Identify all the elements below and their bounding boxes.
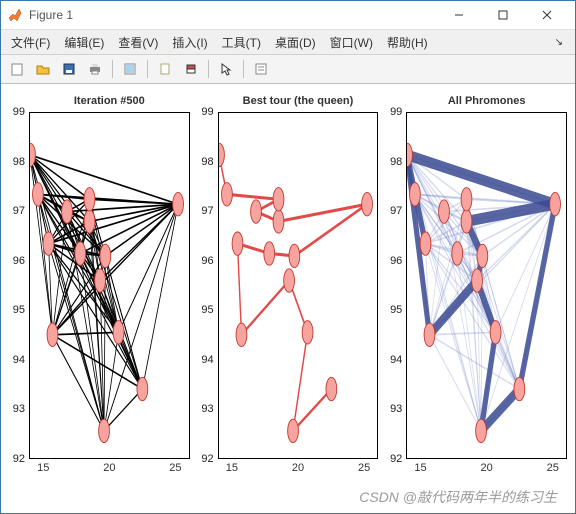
- y-tick-label: 99: [13, 106, 25, 118]
- axes-title: All Phromones: [407, 95, 566, 107]
- y-tick-label: 92: [201, 453, 213, 465]
- y-tick-label: 97: [13, 205, 25, 217]
- menu-insert[interactable]: 插入(I): [168, 32, 211, 53]
- y-tick-label: 97: [390, 205, 402, 217]
- window-title: Figure 1: [29, 8, 437, 22]
- y-tick-label: 94: [13, 354, 25, 366]
- subplot-3: 9293949596979899All Phromones152025: [378, 94, 567, 477]
- y-tick-label: 95: [201, 304, 213, 316]
- y-tick-label: 97: [201, 205, 213, 217]
- menu-tools[interactable]: 工具(T): [218, 32, 265, 53]
- pointer-button[interactable]: [214, 57, 238, 81]
- y-tick-label: 93: [201, 403, 213, 415]
- x-tick-label: 25: [358, 462, 370, 474]
- maximize-button[interactable]: [481, 1, 525, 29]
- y-tick-label: 93: [13, 403, 25, 415]
- y-tick-label: 93: [390, 403, 402, 415]
- save-button[interactable]: [57, 57, 81, 81]
- x-tick-label: 20: [292, 462, 304, 474]
- x-tick-label: 15: [37, 462, 49, 474]
- toolbar-separator: [147, 60, 148, 78]
- menu-window[interactable]: 窗口(W): [326, 32, 377, 53]
- properties-button[interactable]: [249, 57, 273, 81]
- y-tick-label: 95: [390, 304, 402, 316]
- y-tick-label: 94: [390, 354, 402, 366]
- x-tick-label: 25: [547, 462, 559, 474]
- toolbar-separator: [208, 60, 209, 78]
- y-tick-label: 95: [13, 304, 25, 316]
- colorbar-button[interactable]: [179, 57, 203, 81]
- y-tick-label: 99: [201, 106, 213, 118]
- y-tick-label: 94: [201, 354, 213, 366]
- title-bar: Figure 1: [1, 1, 575, 30]
- axes[interactable]: All Phromones152025: [406, 112, 567, 459]
- axes[interactable]: Best tour (the queen)152025: [218, 112, 379, 459]
- figure-window: Figure 1 文件(F) 编辑(E) 查看(V) 插入(I) 工具(T) 桌…: [0, 0, 576, 514]
- print-preview-button[interactable]: [118, 57, 142, 81]
- toolbar-separator: [243, 60, 244, 78]
- y-tick-label: 98: [390, 156, 402, 168]
- axes[interactable]: Iteration #500152025: [29, 112, 190, 459]
- x-tick-label: 15: [414, 462, 426, 474]
- plot-svg: [407, 113, 566, 458]
- toolbar-separator: [112, 60, 113, 78]
- subplot-1: 9293949596979899Iteration #500152025: [1, 94, 190, 477]
- plot-svg: [219, 113, 378, 458]
- close-button[interactable]: [525, 1, 569, 29]
- x-tick-label: 20: [103, 462, 115, 474]
- subplot-2: 9293949596979899Best tour (the queen)152…: [190, 94, 379, 477]
- menu-edit[interactable]: 编辑(E): [60, 32, 108, 53]
- y-tick-label: 98: [13, 156, 25, 168]
- y-tick-label: 92: [13, 453, 25, 465]
- open-button[interactable]: [31, 57, 55, 81]
- axes-title: Iteration #500: [30, 95, 189, 107]
- y-tick-label: 96: [13, 255, 25, 267]
- watermark-text: CSDN @敲代码两年半的练习生: [359, 487, 557, 507]
- y-tick-label: 92: [390, 453, 402, 465]
- matlab-icon: [7, 7, 23, 23]
- plot-svg: [30, 113, 189, 458]
- dock-arrow-icon[interactable]: ↘: [549, 37, 569, 48]
- axes-title: Best tour (the queen): [219, 95, 378, 107]
- menu-view[interactable]: 查看(V): [114, 32, 162, 53]
- x-tick-label: 25: [169, 462, 181, 474]
- menu-desktop[interactable]: 桌面(D): [271, 32, 320, 53]
- menu-bar: 文件(F) 编辑(E) 查看(V) 插入(I) 工具(T) 桌面(D) 窗口(W…: [1, 30, 575, 55]
- figure-canvas: 9293949596979899Iteration #5001520259293…: [1, 84, 575, 513]
- y-tick-label: 96: [201, 255, 213, 267]
- x-tick-label: 20: [481, 462, 493, 474]
- print-button[interactable]: [83, 57, 107, 81]
- y-tick-label: 96: [390, 255, 402, 267]
- menu-file[interactable]: 文件(F): [7, 32, 54, 53]
- link-button[interactable]: [153, 57, 177, 81]
- menu-help[interactable]: 帮助(H): [383, 32, 432, 53]
- x-tick-label: 15: [226, 462, 238, 474]
- new-figure-button[interactable]: [5, 57, 29, 81]
- y-tick-label: 98: [201, 156, 213, 168]
- y-tick-label: 99: [390, 106, 402, 118]
- minimize-button[interactable]: [437, 1, 481, 29]
- toolbar: [1, 55, 575, 84]
